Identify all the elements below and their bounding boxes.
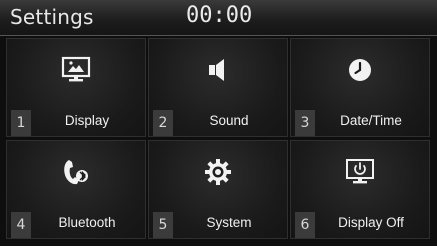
clock-icon xyxy=(291,53,429,87)
system-tile[interactable]: 5 System xyxy=(148,140,288,239)
display-off-icon xyxy=(291,155,429,189)
clock-display: 00:00 xyxy=(186,3,253,28)
bluetooth-phone-icon xyxy=(7,155,145,189)
bluetooth-tile[interactable]: 4 Bluetooth xyxy=(6,140,146,239)
display-tile[interactable]: 1 Display xyxy=(6,38,146,137)
display-off-tile[interactable]: 6 Display Off xyxy=(290,140,430,239)
settings-menu-grid: 1 Display 2 Sound 3 Date/Time 4 Bluetoot… xyxy=(6,38,431,240)
menu-number: 4 xyxy=(11,212,31,238)
menu-number: 3 xyxy=(295,110,315,136)
settings-screen: Settings 00:00 1 Display 2 Sound 3 Date/… xyxy=(0,0,437,246)
menu-number: 1 xyxy=(11,110,31,136)
menu-label: Sound xyxy=(209,113,249,128)
header-bar: Settings 00:00 xyxy=(0,0,437,36)
menu-number: 2 xyxy=(153,110,173,136)
menu-number: 5 xyxy=(153,212,173,238)
sound-tile[interactable]: 2 Sound xyxy=(148,38,288,137)
menu-label: System xyxy=(206,215,252,230)
menu-number: 6 xyxy=(295,212,315,238)
date-time-tile[interactable]: 3 Date/Time xyxy=(290,38,430,137)
menu-label: Date/Time xyxy=(340,113,402,128)
menu-label: Display Off xyxy=(338,215,404,230)
menu-label: Bluetooth xyxy=(58,215,116,230)
speaker-icon xyxy=(149,53,287,87)
page-title: Settings xyxy=(10,5,94,29)
display-icon xyxy=(7,53,145,87)
menu-label: Display xyxy=(64,113,110,128)
gear-icon xyxy=(149,155,287,189)
